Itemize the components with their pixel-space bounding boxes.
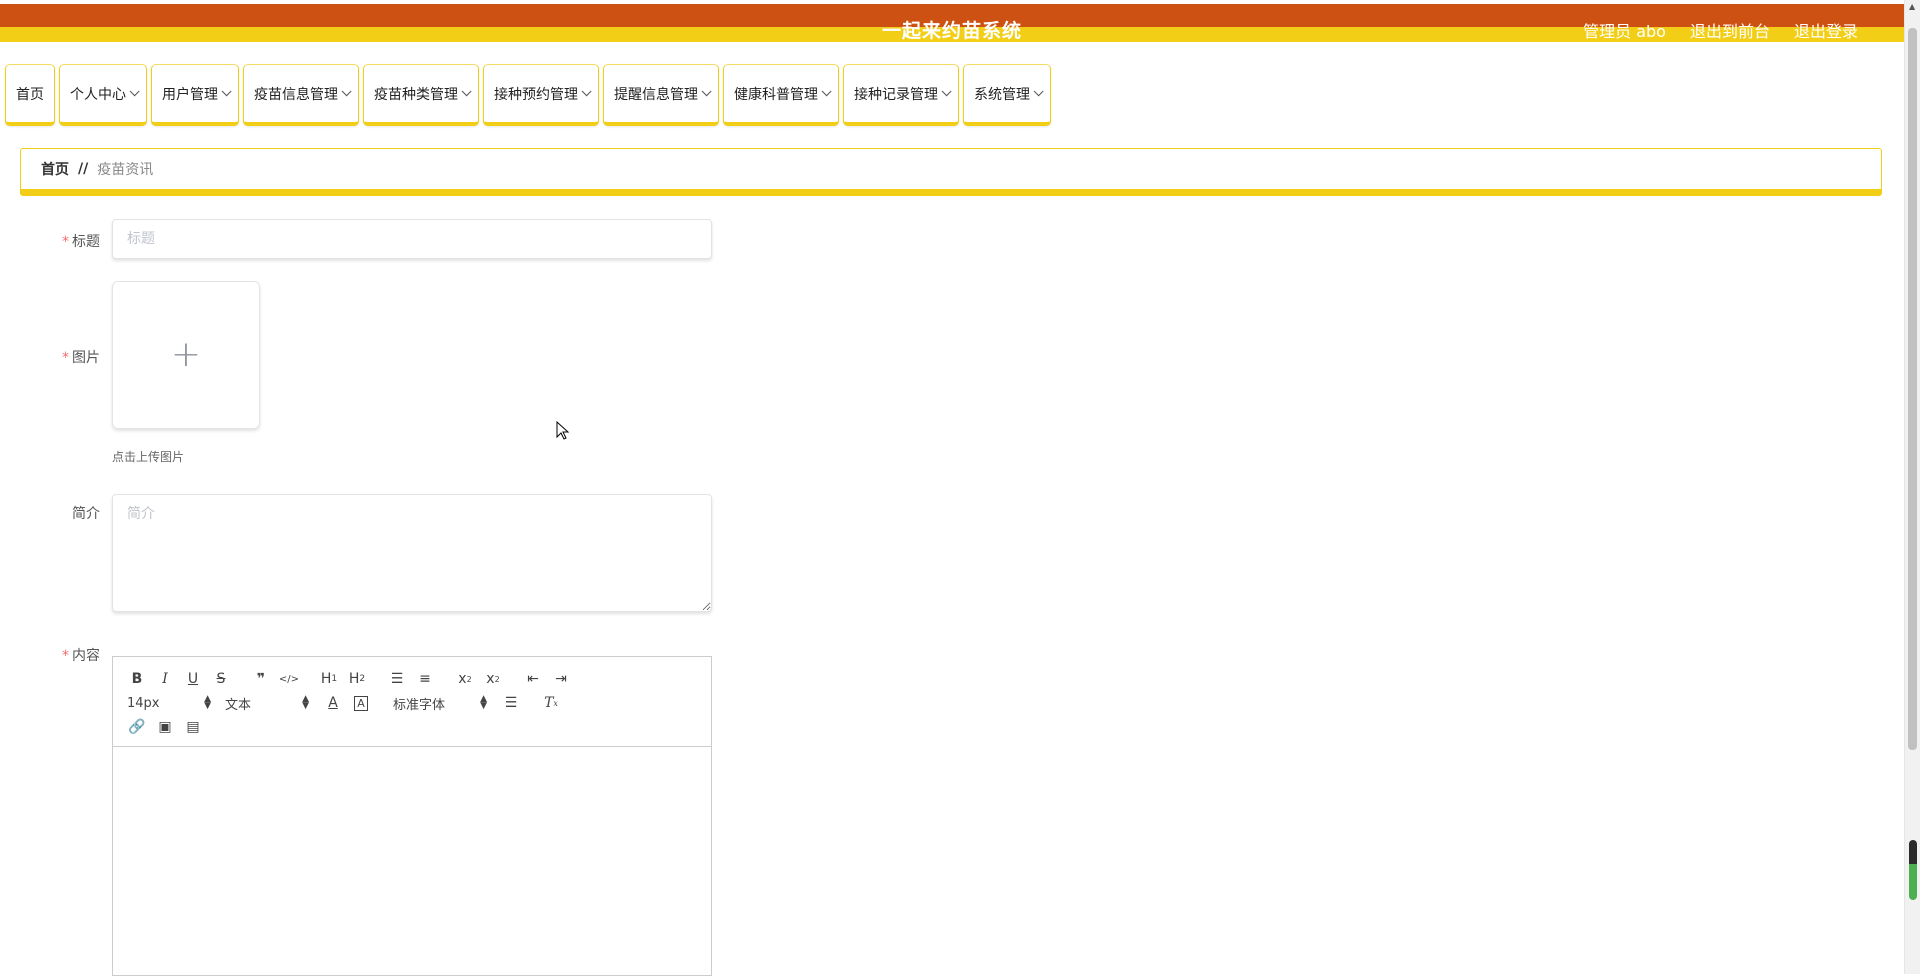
menu-item-label: 系统管理 <box>974 86 1030 103</box>
image-upload-button[interactable]: + <box>112 281 260 429</box>
italic-icon[interactable]: I <box>153 668 177 690</box>
scroll-thumb[interactable] <box>1908 28 1917 750</box>
ordered-list-icon[interactable]: ☰ <box>385 668 409 690</box>
superscript-icon[interactable]: x2 <box>481 668 505 690</box>
menu-item-health-science[interactable]: 健康科普管理 <box>723 64 839 126</box>
menu-item-label: 提醒信息管理 <box>614 86 698 103</box>
select-arrows-icon: ▲ ▼ <box>204 693 211 711</box>
upload-hint: 点击上传图片 <box>112 450 185 464</box>
code-block-icon[interactable]: </> <box>277 668 301 690</box>
logout-link[interactable]: 退出登录 <box>1794 18 1858 42</box>
chevron-down-icon <box>129 86 140 97</box>
intro-textarea[interactable] <box>112 494 712 612</box>
menu-item-label: 接种记录管理 <box>854 86 938 103</box>
chevron-down-icon <box>701 86 712 97</box>
select-arrows-icon: ▲ ▼ <box>480 693 487 711</box>
menu-item-vaccine-info[interactable]: 疫苗信息管理 <box>243 64 359 126</box>
font-family-select[interactable]: 标准字体 ▲ ▼ <box>391 692 487 714</box>
back-to-front-link[interactable]: 退出到前台 <box>1690 18 1770 42</box>
background-color-icon[interactable]: A <box>349 692 373 714</box>
content-label: * 内容 <box>0 645 100 665</box>
menu-item-personal-center[interactable]: 个人中心 <box>59 64 147 126</box>
editor-content-area[interactable] <box>113 747 711 975</box>
menu-item-vaccine-type[interactable]: 疫苗种类管理 <box>363 64 479 126</box>
menu-item-appointment[interactable]: 接种预约管理 <box>483 64 599 126</box>
title-label-text: 标题 <box>72 234 100 250</box>
header-select-value: 文本 <box>225 697 252 713</box>
main-menu: 首页 个人中心 用户管理 疫苗信息管理 疫苗种类管理 接种预约管理 提醒信息管理… <box>5 64 1055 126</box>
font-color-icon[interactable]: A <box>321 692 345 714</box>
menu-item-system[interactable]: 系统管理 <box>963 64 1051 126</box>
image-label: * 图片 <box>0 347 100 367</box>
bold-icon[interactable]: B <box>125 668 149 690</box>
scroll-up-icon[interactable]: ▲ <box>1909 2 1915 11</box>
bullet-list-icon[interactable]: ≡ <box>413 668 437 690</box>
menu-item-label: 个人中心 <box>70 86 126 103</box>
chevron-down-icon <box>581 86 592 97</box>
menu-item-label: 疫苗信息管理 <box>254 86 338 103</box>
chevron-down-icon <box>341 86 352 97</box>
menu-item-label: 接种预约管理 <box>494 86 578 103</box>
image-label-text: 图片 <box>72 350 100 366</box>
font-size-select[interactable]: 14px ▲ ▼ <box>125 692 211 714</box>
outdent-icon[interactable]: ⇤ <box>521 668 545 690</box>
content-label-text: 内容 <box>72 648 100 664</box>
scroll-indicator <box>1909 840 1917 900</box>
underline-icon[interactable]: U <box>181 668 205 690</box>
plus-icon: + <box>170 334 202 375</box>
chevron-down-icon <box>821 86 832 97</box>
chevron-down-icon <box>461 86 472 97</box>
breadcrumb-separator: // <box>78 161 89 177</box>
breadcrumb-current: 疫苗资讯 <box>97 162 154 178</box>
menu-item-label: 疫苗种类管理 <box>374 86 458 103</box>
admin-user-label: 管理员 abo <box>1583 22 1666 41</box>
rich-text-editor: B I U S ❞ </> H1 H2 ☰ ≡ x2 x2 ⇤ ⇥ 14px ▲ ▼… <box>112 656 712 976</box>
heading2-icon[interactable]: H2 <box>345 668 369 690</box>
required-mark: * <box>62 234 69 250</box>
title-input[interactable] <box>112 219 712 259</box>
chevron-down-icon <box>221 86 232 97</box>
page-scrollbar[interactable]: ▲ <box>1904 0 1920 974</box>
image-icon[interactable]: ▣ <box>153 716 177 738</box>
top-header: 一起来约苗系统 管理员 abo 退出到前台 退出登录 <box>0 4 1904 42</box>
font-family-value: 标准字体 <box>393 697 446 713</box>
subscript-icon[interactable]: x2 <box>453 668 477 690</box>
menu-item-user-management[interactable]: 用户管理 <box>151 64 239 126</box>
intro-label-text: 简介 <box>72 506 100 522</box>
heading1-icon[interactable]: H1 <box>317 668 341 690</box>
menu-item-label: 首页 <box>16 86 44 103</box>
indent-icon[interactable]: ⇥ <box>549 668 573 690</box>
breadcrumb: 首页 // 疫苗资讯 <box>20 148 1882 196</box>
mouse-cursor-icon <box>556 421 570 440</box>
menu-item-home[interactable]: 首页 <box>5 64 55 126</box>
editor-toolbar: B I U S ❞ </> H1 H2 ☰ ≡ x2 x2 ⇤ ⇥ 14px ▲ ▼… <box>113 657 711 747</box>
font-size-value: 14px <box>127 695 160 711</box>
required-mark: * <box>62 350 69 366</box>
video-icon[interactable]: ▤ <box>181 716 205 738</box>
menu-item-reminder[interactable]: 提醒信息管理 <box>603 64 719 126</box>
align-icon[interactable]: ☰ <box>499 692 523 714</box>
select-arrows-icon: ▲ ▼ <box>302 693 309 711</box>
breadcrumb-home[interactable]: 首页 <box>41 159 69 179</box>
header-select[interactable]: 文本 ▲ ▼ <box>223 692 309 714</box>
menu-item-label: 健康科普管理 <box>734 86 818 103</box>
menu-item-vaccination-record[interactable]: 接种记录管理 <box>843 64 959 126</box>
clear-format-icon[interactable]: Tx <box>539 692 563 714</box>
title-label: * 标题 <box>0 231 100 251</box>
intro-label: 简介 <box>0 503 100 523</box>
required-mark: * <box>62 648 69 664</box>
blockquote-icon[interactable]: ❞ <box>249 668 273 690</box>
chevron-down-icon <box>941 86 952 97</box>
menu-item-label: 用户管理 <box>162 86 218 103</box>
chevron-down-icon <box>1033 86 1044 97</box>
link-icon[interactable]: 🔗 <box>125 716 149 738</box>
strike-icon[interactable]: S <box>209 668 233 690</box>
